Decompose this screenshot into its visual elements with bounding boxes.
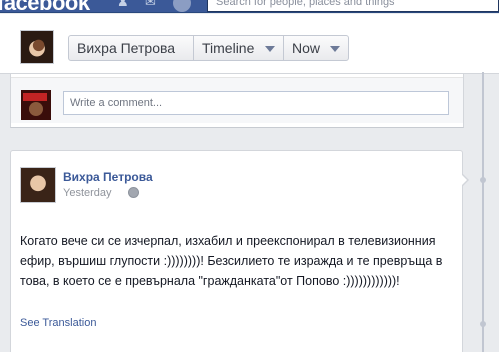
post-text: Когато вече си се изчерпал, изхабил и пр…	[20, 234, 443, 288]
timeline-dropdown[interactable]: Timeline	[193, 35, 284, 61]
avatar-banner	[23, 93, 47, 101]
comment-input[interactable]: Write a comment...	[63, 91, 449, 115]
timeline-spine-dot	[480, 321, 486, 327]
avatar-face	[29, 102, 43, 116]
status-post: Вихра Петрова Yesterday Когато вече си с…	[10, 150, 463, 352]
comment-area: Write a comment...	[11, 77, 463, 123]
globe-icon[interactable]	[128, 187, 139, 198]
commenter-avatar	[21, 90, 51, 120]
now-label: Now	[292, 40, 321, 56]
messages-icon[interactable]: ✉	[145, 0, 159, 9]
author-avatar[interactable]	[20, 167, 56, 203]
post-timestamp[interactable]: Yesterday	[63, 187, 112, 199]
post-author[interactable]: Вихра Петрова	[63, 170, 153, 184]
timeline-spine	[482, 72, 484, 352]
top-bar: facebook ♟ ✉ Search for people, places a…	[0, 0, 499, 13]
chevron-down-icon	[265, 46, 275, 52]
post-pointer-arrow	[461, 173, 469, 187]
now-dropdown[interactable]: Now	[283, 35, 349, 61]
timeline-header: Вихра Петрова Timeline Now	[0, 14, 499, 74]
friends-icon[interactable]: ♟	[117, 0, 131, 9]
notifications-icon[interactable]	[173, 0, 191, 12]
see-translation-link[interactable]: See Translation	[20, 317, 96, 329]
profile-avatar[interactable]	[20, 30, 54, 64]
timeline-label: Timeline	[202, 40, 255, 56]
facebook-logo[interactable]: facebook	[0, 0, 90, 12]
search-input[interactable]: Search for people, places and things	[207, 0, 499, 12]
timeline-spine-dot	[480, 177, 486, 183]
profile-name-button[interactable]: Вихра Петрова	[68, 35, 194, 61]
profile-name-label: Вихра Петрова	[77, 40, 176, 56]
chevron-down-icon	[330, 46, 340, 52]
previous-story-card: Write a comment...	[10, 74, 464, 128]
